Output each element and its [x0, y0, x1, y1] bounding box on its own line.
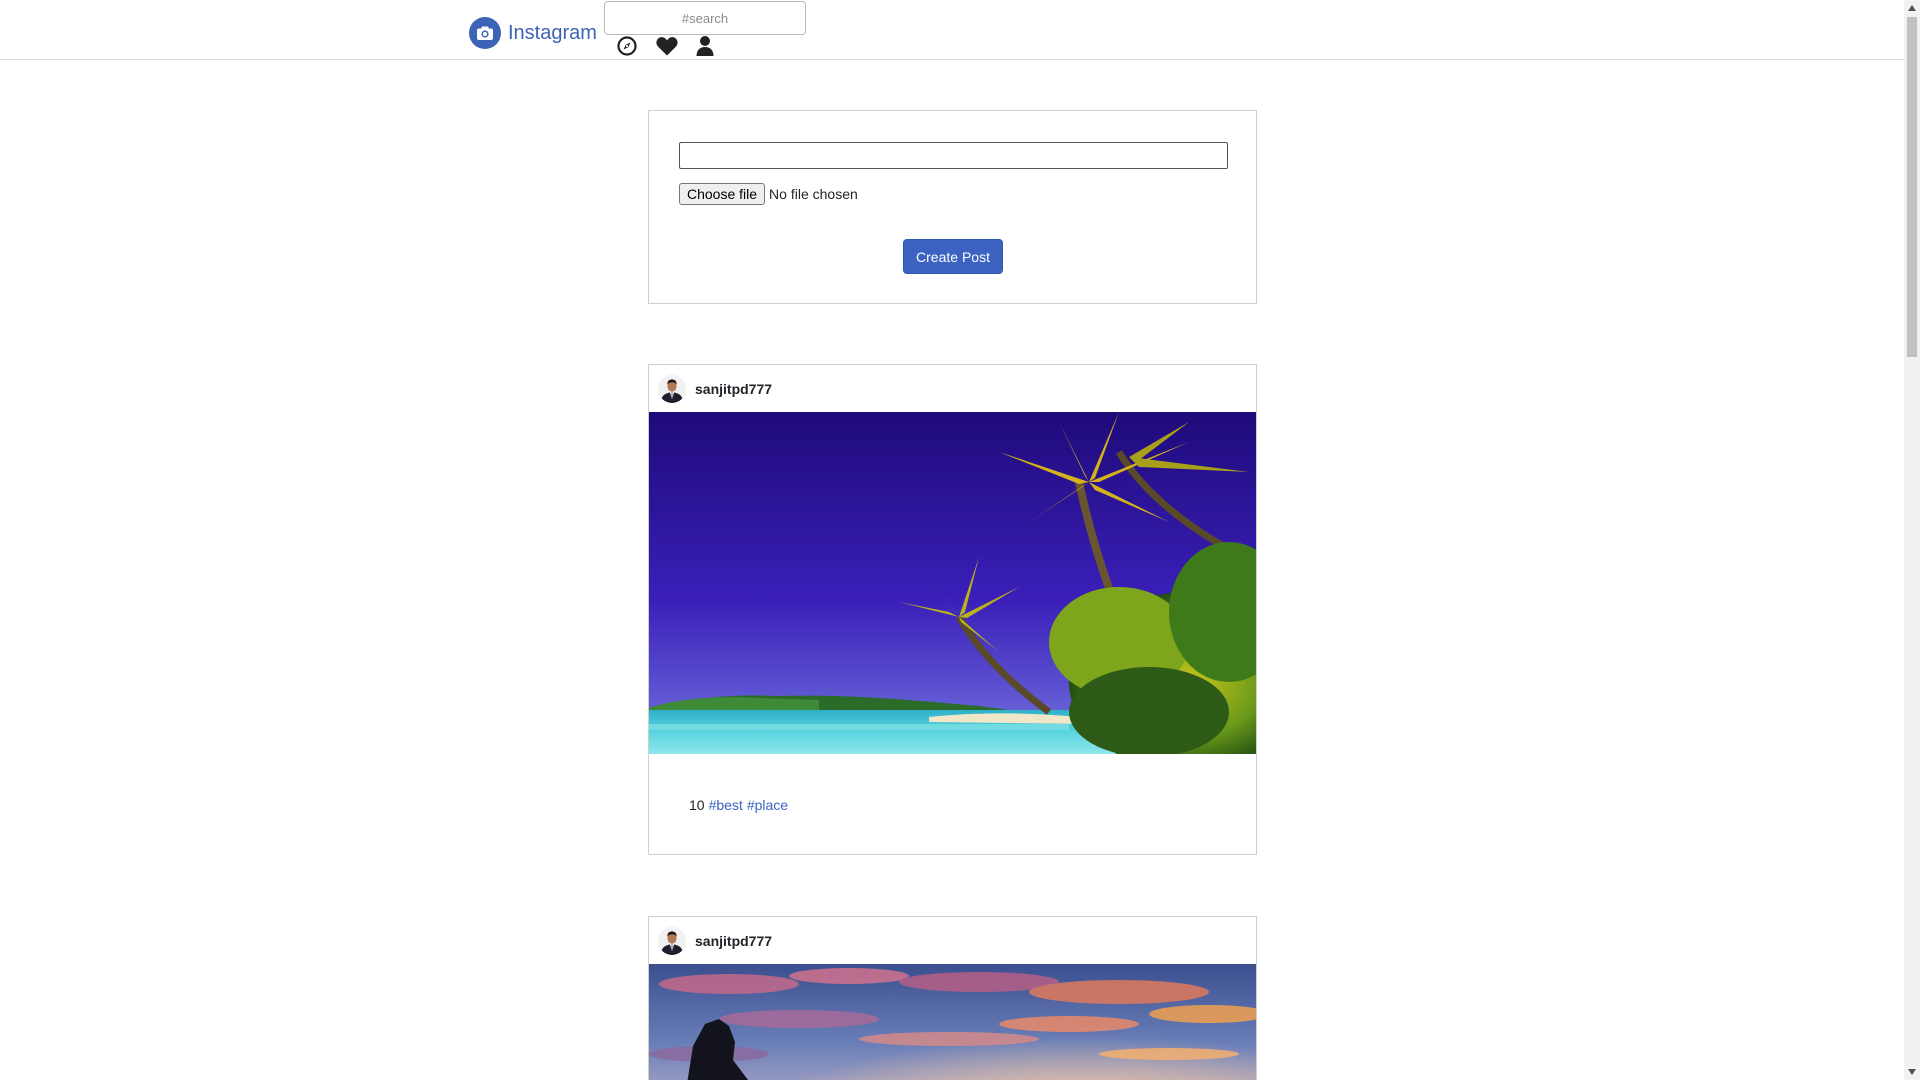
- avatar[interactable]: [658, 926, 686, 955]
- create-post-button[interactable]: Create Post: [903, 239, 1003, 274]
- explore-icon[interactable]: [615, 34, 639, 58]
- camera-icon: [469, 17, 501, 49]
- file-picker: Choose file No file chosen: [679, 183, 858, 205]
- vertical-scrollbar[interactable]: [1904, 0, 1920, 1080]
- scroll-up-arrow-icon[interactable]: [1904, 0, 1920, 16]
- heart-icon[interactable]: [655, 34, 679, 58]
- search-input[interactable]: [604, 1, 806, 35]
- post-card: sanjitpd777: [648, 916, 1257, 1080]
- post-card: sanjitpd777: [648, 364, 1257, 855]
- post-username[interactable]: sanjitpd777: [695, 381, 772, 397]
- brand-name: Instagram: [508, 21, 597, 44]
- hashtag-link[interactable]: #best: [709, 797, 743, 813]
- scrollbar-thumb[interactable]: [1907, 17, 1917, 357]
- post-image: [649, 412, 1256, 754]
- post-username[interactable]: sanjitpd777: [695, 933, 772, 949]
- like-count: 10: [689, 797, 705, 813]
- post-caption: 10 #best #place: [689, 797, 788, 813]
- profile-icon[interactable]: [693, 34, 717, 58]
- app-viewport: Instagram Choose file No file: [0, 0, 1904, 1080]
- post-header: sanjitpd777: [649, 917, 1256, 964]
- create-post-card: Choose file No file chosen Create Post: [648, 110, 1257, 304]
- hashtag-link[interactable]: #place: [747, 797, 788, 813]
- caption-input[interactable]: [679, 142, 1228, 169]
- brand-link[interactable]: Instagram: [469, 17, 597, 49]
- post-image: [649, 964, 1256, 1080]
- top-navbar: Instagram: [0, 0, 1904, 60]
- choose-file-button[interactable]: Choose file: [679, 183, 766, 205]
- scroll-down-arrow-icon[interactable]: [1904, 1064, 1920, 1080]
- post-header: sanjitpd777: [649, 365, 1256, 412]
- avatar[interactable]: [658, 374, 686, 403]
- file-status-text: No file chosen: [769, 186, 858, 202]
